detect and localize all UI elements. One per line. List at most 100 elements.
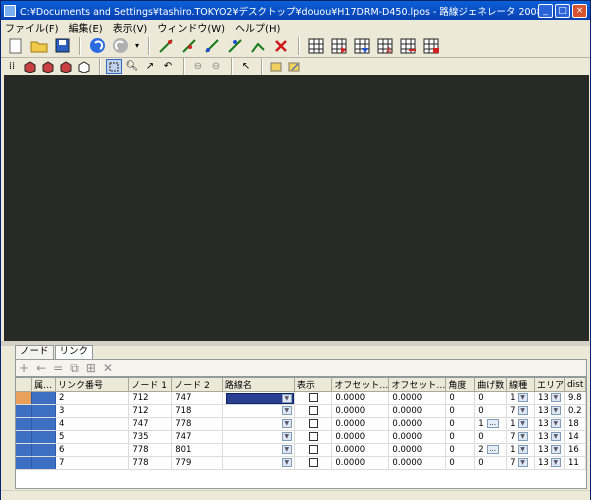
dist-cell[interactable]: 9.8 <box>564 391 586 405</box>
chevron-down-icon[interactable]: ▼ <box>281 406 292 415</box>
close-button[interactable]: × <box>572 3 587 18</box>
col-header[interactable] <box>16 378 33 392</box>
chevron-down-icon[interactable]: ▼ <box>517 432 528 441</box>
link-number-cell[interactable]: 3 <box>55 404 130 418</box>
row-indicator[interactable] <box>16 404 33 418</box>
save-icon[interactable] <box>51 36 73 56</box>
attr-cell[interactable] <box>31 430 57 444</box>
display-cell[interactable] <box>294 456 333 470</box>
node1-cell[interactable]: 747 <box>128 417 173 431</box>
chevron-down-icon[interactable]: ▼ <box>281 393 292 403</box>
offset2-cell[interactable]: 0.0000 <box>388 391 447 405</box>
attr-cell[interactable] <box>31 391 57 405</box>
line-type-cell[interactable]: 7 ▼ <box>506 456 535 470</box>
area-cell[interactable]: 13 ▼ <box>534 443 565 457</box>
route-name-cell[interactable]: ▼ <box>222 404 295 418</box>
col-header[interactable]: エリア <box>534 378 565 392</box>
pan-icon[interactable]: ↶ <box>160 59 176 74</box>
insert-row-icon[interactable]: ← <box>36 361 46 375</box>
grid-arrow-icon[interactable] <box>328 36 350 56</box>
chevron-down-icon[interactable]: ▼ <box>550 419 561 428</box>
route-name-cell[interactable]: ▼ <box>222 443 295 457</box>
grid-dots-icon[interactable]: ⁞⁞ <box>4 59 20 74</box>
pencil-add-icon[interactable] <box>201 36 223 56</box>
col-header[interactable]: 属… <box>31 378 57 392</box>
chevron-down-icon[interactable]: ▼ <box>517 445 528 454</box>
title-bar[interactable]: C:¥Documents and Settings¥tashiro.TOKYO2… <box>1 1 590 20</box>
col-header[interactable]: オフセット… <box>331 378 390 392</box>
offset2-cell[interactable]: 0.0000 <box>388 456 447 470</box>
node1-cell[interactable]: 778 <box>128 456 173 470</box>
paste-icon[interactable]: ⧉ <box>70 361 79 376</box>
table-row[interactable]: 4 747 778 ▼ 0.0000 0.0000 0 1… 1 ▼ 13 ▼ 18 <box>16 417 586 431</box>
col-header[interactable]: 線種 <box>506 378 535 392</box>
bend-count-cell[interactable]: 0 <box>474 456 508 470</box>
display-cell[interactable] <box>294 391 333 405</box>
display-cell[interactable] <box>294 430 333 444</box>
node1-cell[interactable]: 778 <box>128 443 173 457</box>
table-row[interactable]: 5 735 747 ▼ 0.0000 0.0000 0 0 7 ▼ 13 ▼ 14 <box>16 430 586 444</box>
link-number-cell[interactable]: 7 <box>55 456 130 470</box>
layer-edit-icon[interactable] <box>286 59 302 74</box>
table-row[interactable]: 7 778 779 ▼ 0.0000 0.0000 0 0 7 ▼ 13 ▼ 11 <box>16 456 586 470</box>
chevron-down-icon[interactable]: ▼ <box>517 458 528 467</box>
angle-cell[interactable]: 0 <box>445 430 476 444</box>
col-header[interactable]: 表示 <box>294 378 333 392</box>
offset1-cell[interactable]: 0.0000 <box>331 391 390 405</box>
node2-cell[interactable]: 747 <box>171 430 223 444</box>
grid-down-icon[interactable] <box>351 36 373 56</box>
col-header[interactable]: リンク番号 <box>55 378 130 392</box>
area-cell[interactable]: 13 ▼ <box>534 391 565 405</box>
display-checkbox[interactable] <box>308 445 318 454</box>
layer-icon[interactable] <box>268 59 284 74</box>
offset1-cell[interactable]: 0.0000 <box>331 456 390 470</box>
node2-cell[interactable]: 801 <box>171 443 223 457</box>
cube-icon[interactable] <box>22 59 38 74</box>
pencil-split-icon[interactable] <box>247 36 269 56</box>
dist-cell[interactable]: 18 <box>564 417 586 431</box>
link-number-cell[interactable]: 5 <box>55 430 130 444</box>
offset2-cell[interactable]: 0.0000 <box>388 404 447 418</box>
ellipsis-icon[interactable]: … <box>486 445 499 454</box>
offset1-cell[interactable]: 0.0000 <box>331 404 390 418</box>
attr-cell[interactable] <box>31 417 57 431</box>
menu-view[interactable]: 表示(V) <box>113 20 148 35</box>
offset1-cell[interactable]: 0.0000 <box>331 430 390 444</box>
line-type-cell[interactable]: 7 ▼ <box>506 404 535 418</box>
display-cell[interactable] <box>294 417 333 431</box>
tab-link[interactable]: リンク <box>54 345 94 360</box>
row-indicator[interactable] <box>16 443 33 457</box>
chevron-down-icon[interactable]: ▼ <box>281 445 292 454</box>
pencil-link-icon[interactable] <box>155 36 177 56</box>
angle-cell[interactable]: 0 <box>445 417 476 431</box>
area-cell[interactable]: 13 ▼ <box>534 404 565 418</box>
circle-right-icon[interactable]: ⊖ <box>208 59 224 74</box>
node1-cell[interactable]: 712 <box>128 391 173 405</box>
offset2-cell[interactable]: 0.0000 <box>388 417 447 431</box>
select-rect-icon[interactable] <box>106 59 122 74</box>
ellipsis-icon[interactable]: … <box>486 419 499 428</box>
route-name-cell[interactable]: ▼ <box>222 430 295 444</box>
chevron-down-icon[interactable]: ▼ <box>517 406 528 415</box>
maximize-button[interactable]: □ <box>555 3 570 18</box>
bend-count-cell[interactable]: 0 <box>474 404 508 418</box>
row-indicator[interactable] <box>16 417 33 431</box>
area-cell[interactable]: 13 ▼ <box>534 430 565 444</box>
bend-count-cell[interactable]: 0 <box>474 430 508 444</box>
table-icon[interactable]: ⊞ <box>86 361 96 375</box>
pencil-node-icon[interactable] <box>178 36 200 56</box>
col-header[interactable]: 路線名 <box>222 378 295 392</box>
chevron-down-icon[interactable]: ▼ <box>550 406 561 415</box>
angle-cell[interactable]: 0 <box>445 391 476 405</box>
col-header[interactable]: ノード 2 <box>171 378 223 392</box>
display-checkbox[interactable] <box>308 458 318 467</box>
redo-icon[interactable] <box>109 36 131 56</box>
chevron-down-icon[interactable]: ▼ <box>281 432 292 441</box>
cube-icon[interactable] <box>76 59 92 74</box>
menu-file[interactable]: ファイル(F) <box>5 20 59 35</box>
col-header[interactable]: オフセット… <box>388 378 447 392</box>
col-header[interactable]: 曲げ数 <box>474 378 508 392</box>
line-type-cell[interactable]: 1 ▼ <box>506 391 535 405</box>
offset1-cell[interactable]: 0.0000 <box>331 417 390 431</box>
route-name-cell[interactable]: ▼ <box>222 417 295 431</box>
